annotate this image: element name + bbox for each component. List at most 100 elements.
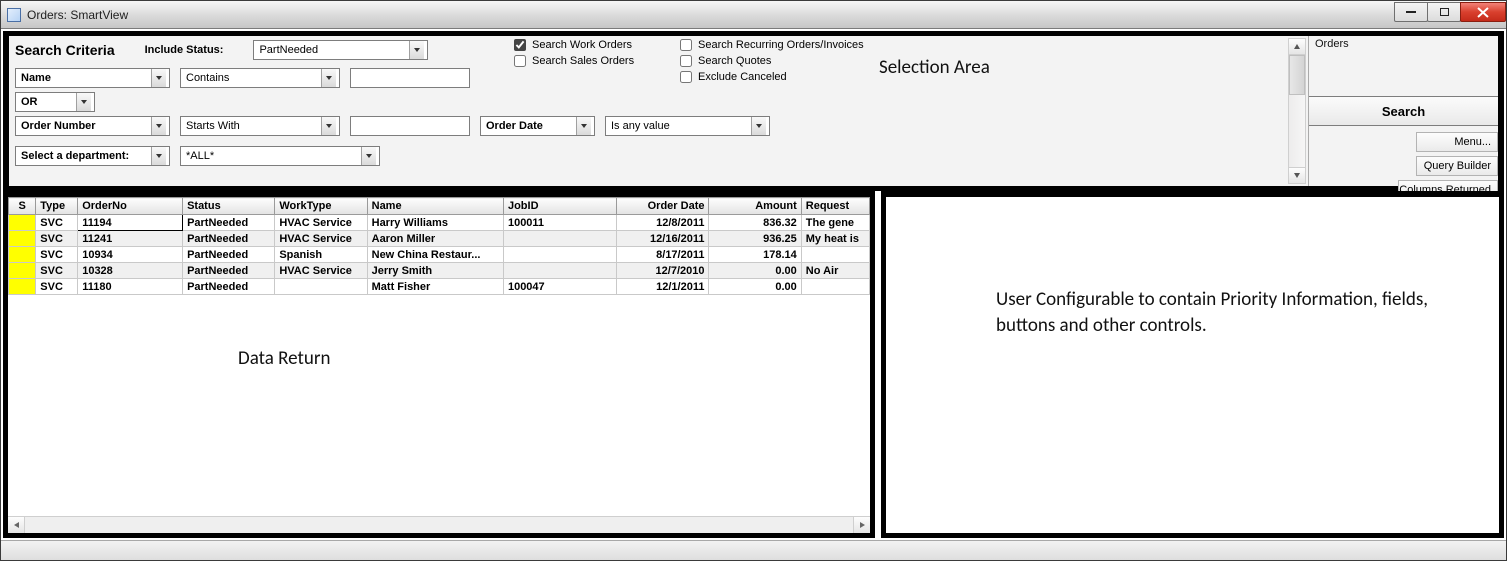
department-label-combo[interactable]: Select a department:: [15, 146, 170, 166]
chevron-down-icon: [151, 147, 166, 165]
chevron-down-icon: [321, 69, 336, 87]
cell-type: SVC: [36, 215, 78, 231]
include-status-label: Include Status:: [145, 44, 224, 56]
search-button[interactable]: Search: [1309, 96, 1498, 126]
cell-date: 12/7/2010: [617, 263, 709, 279]
match1-combo[interactable]: Contains: [180, 68, 340, 88]
chevron-down-icon: [576, 117, 591, 135]
cell-worktype: [275, 279, 367, 295]
field1-combo[interactable]: Name: [15, 68, 170, 88]
titlebar: Orders: SmartView: [1, 1, 1506, 29]
value1-input[interactable]: [350, 68, 470, 88]
maximize-button[interactable]: [1427, 2, 1461, 22]
check-work-orders[interactable]: Search Work Orders: [514, 39, 674, 51]
col-amount[interactable]: Amount: [709, 198, 801, 215]
cell-status: PartNeeded: [183, 247, 275, 263]
status-bar: [1, 540, 1506, 560]
cell-amount: 0.00: [709, 263, 801, 279]
cell-type: SVC: [36, 263, 78, 279]
cell-jobid: [503, 247, 616, 263]
col-type[interactable]: Type: [36, 198, 78, 215]
cell-orderno: 11241: [78, 231, 183, 247]
cell-worktype: HVAC Service: [275, 231, 367, 247]
date-field-combo[interactable]: Order Date: [480, 116, 595, 136]
minimize-button[interactable]: [1394, 2, 1428, 22]
col-orderdate[interactable]: Order Date: [617, 198, 709, 215]
field2-combo[interactable]: Order Number: [15, 116, 170, 136]
cell-status: PartNeeded: [183, 279, 275, 295]
search-options: Search Work Orders Search Recurring Orde…: [514, 39, 900, 83]
cell-jobid: 100011: [503, 215, 616, 231]
col-status[interactable]: Status: [183, 198, 275, 215]
cell-request: The gene: [801, 215, 869, 231]
check-quotes[interactable]: Search Quotes: [680, 55, 900, 67]
search-criteria-panel: Search Criteria Include Status: PartNeed…: [9, 36, 1308, 186]
cell-request: No Air: [801, 263, 869, 279]
cell-orderno: 11194: [78, 215, 183, 231]
cell-type: SVC: [36, 247, 78, 263]
value2-input[interactable]: [350, 116, 470, 136]
results-hscroll[interactable]: [8, 516, 870, 533]
menu-button[interactable]: Menu...: [1416, 132, 1498, 152]
table-row[interactable]: SVC10328PartNeededHVAC ServiceJerry Smit…: [9, 263, 870, 279]
actions-pane: Orders Search Menu... Query Builder Colu…: [1308, 36, 1498, 186]
cell-orderno: 10328: [78, 263, 183, 279]
cell-request: My heat is: [801, 231, 869, 247]
cell-orderno: 10934: [78, 247, 183, 263]
col-jobid[interactable]: JobID: [503, 198, 616, 215]
check-recurring[interactable]: Search Recurring Orders/Invoices: [680, 39, 900, 51]
cell-amount: 936.25: [709, 231, 801, 247]
cell-jobid: 100047: [503, 279, 616, 295]
include-status-combo[interactable]: PartNeeded: [253, 40, 428, 60]
date-op-combo[interactable]: Is any value: [605, 116, 770, 136]
chevron-down-icon: [151, 69, 166, 87]
table-row[interactable]: SVC11194PartNeededHVAC ServiceHarry Will…: [9, 215, 870, 231]
cell-date: 12/8/2011: [617, 215, 709, 231]
col-s[interactable]: S: [9, 198, 36, 215]
cell-status: PartNeeded: [183, 231, 275, 247]
cell-worktype: HVAC Service: [275, 215, 367, 231]
status-swatch: [9, 263, 36, 279]
cell-request: [801, 247, 869, 263]
cell-worktype: HVAC Service: [275, 263, 367, 279]
detail-placeholder-text: User Configurable to contain Priority In…: [996, 287, 1469, 338]
status-swatch: [9, 279, 36, 295]
status-swatch: [9, 215, 36, 231]
cell-status: PartNeeded: [183, 263, 275, 279]
cell-amount: 0.00: [709, 279, 801, 295]
results-table[interactable]: S Type OrderNo Status WorkType Name JobI…: [8, 197, 870, 295]
match2-combo[interactable]: Starts With: [180, 116, 340, 136]
data-return-label: Data Return: [238, 347, 330, 370]
col-orderno[interactable]: OrderNo: [78, 198, 183, 215]
orders-label: Orders: [1315, 38, 1349, 50]
cell-name: Harry Williams: [367, 215, 503, 231]
table-row[interactable]: SVC11241PartNeededHVAC ServiceAaron Mill…: [9, 231, 870, 247]
chevron-down-icon: [151, 117, 166, 135]
logic-combo[interactable]: OR: [15, 92, 95, 112]
query-builder-button[interactable]: Query Builder: [1416, 156, 1498, 176]
col-request[interactable]: Request: [801, 198, 869, 215]
cell-date: 12/16/2011: [617, 231, 709, 247]
results-panel: S Type OrderNo Status WorkType Name JobI…: [3, 191, 875, 538]
col-worktype[interactable]: WorkType: [275, 198, 367, 215]
cell-date: 8/17/2011: [617, 247, 709, 263]
cell-worktype: Spanish: [275, 247, 367, 263]
check-exclude-canceled[interactable]: Exclude Canceled: [680, 71, 900, 83]
cell-amount: 178.14: [709, 247, 801, 263]
cell-orderno: 11180: [78, 279, 183, 295]
col-name[interactable]: Name: [367, 198, 503, 215]
criteria-scrollbar[interactable]: [1288, 38, 1306, 184]
search-criteria-title: Search Criteria: [15, 42, 115, 58]
close-button[interactable]: [1460, 2, 1506, 22]
cell-name: New China Restaur...: [367, 247, 503, 263]
detail-panel: User Configurable to contain Priority In…: [881, 191, 1504, 538]
chevron-down-icon: [321, 117, 336, 135]
app-icon: [7, 8, 21, 22]
table-row[interactable]: SVC10934PartNeededSpanishNew China Resta…: [9, 247, 870, 263]
department-combo[interactable]: *ALL*: [180, 146, 380, 166]
check-sales-orders[interactable]: Search Sales Orders: [514, 55, 674, 67]
cell-amount: 836.32: [709, 215, 801, 231]
table-row[interactable]: SVC11180PartNeededMatt Fisher10004712/1/…: [9, 279, 870, 295]
chevron-down-icon: [409, 41, 424, 59]
cell-date: 12/1/2011: [617, 279, 709, 295]
